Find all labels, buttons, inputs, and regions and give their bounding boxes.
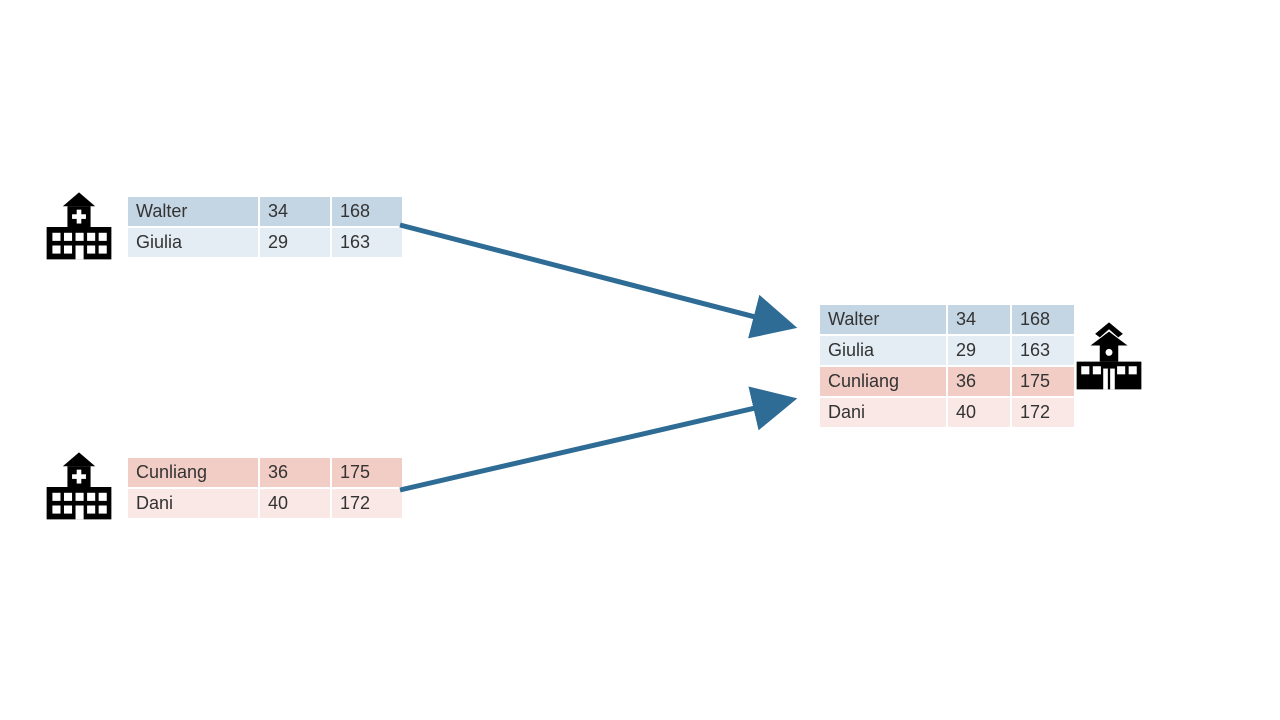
table-row: Giulia 29 163 <box>820 336 1074 365</box>
cell-col2: 40 <box>260 489 330 518</box>
table-row: Walter 34 168 <box>820 305 1074 334</box>
hospital-icon <box>42 190 116 264</box>
table-row: Cunliang 36 175 <box>820 367 1074 396</box>
cell-name: Dani <box>128 489 258 518</box>
table-row: Walter 34 168 <box>128 197 402 226</box>
cell-col2: 34 <box>948 305 1010 334</box>
cell-col3: 172 <box>1012 398 1074 427</box>
cell-col3: 172 <box>332 489 402 518</box>
cell-col3: 168 <box>332 197 402 226</box>
table-row: Cunliang 36 175 <box>128 458 402 487</box>
institution-icon <box>1072 320 1146 394</box>
cell-col2: 34 <box>260 197 330 226</box>
cell-col3: 168 <box>1012 305 1074 334</box>
table-row: Dani 40 172 <box>128 489 402 518</box>
source-table-blue: Walter 34 168 Giulia 29 163 <box>126 195 404 259</box>
cell-name: Giulia <box>820 336 946 365</box>
cell-col2: 29 <box>260 228 330 257</box>
hospital-icon <box>42 450 116 524</box>
cell-name: Walter <box>820 305 946 334</box>
arrow-top <box>400 225 790 326</box>
cell-col3: 163 <box>1012 336 1074 365</box>
cell-col2: 40 <box>948 398 1010 427</box>
cell-name: Walter <box>128 197 258 226</box>
cell-col2: 36 <box>948 367 1010 396</box>
cell-col3: 175 <box>332 458 402 487</box>
table-row: Dani 40 172 <box>820 398 1074 427</box>
cell-col3: 175 <box>1012 367 1074 396</box>
cell-name: Giulia <box>128 228 258 257</box>
cell-name: Dani <box>820 398 946 427</box>
cell-name: Cunliang <box>128 458 258 487</box>
cell-col2: 36 <box>260 458 330 487</box>
cell-col2: 29 <box>948 336 1010 365</box>
cell-col3: 163 <box>332 228 402 257</box>
source-table-red: Cunliang 36 175 Dani 40 172 <box>126 456 404 520</box>
table-row: Giulia 29 163 <box>128 228 402 257</box>
merged-table: Walter 34 168 Giulia 29 163 Cunliang 36 … <box>818 303 1076 429</box>
arrow-bottom <box>400 400 790 490</box>
cell-name: Cunliang <box>820 367 946 396</box>
